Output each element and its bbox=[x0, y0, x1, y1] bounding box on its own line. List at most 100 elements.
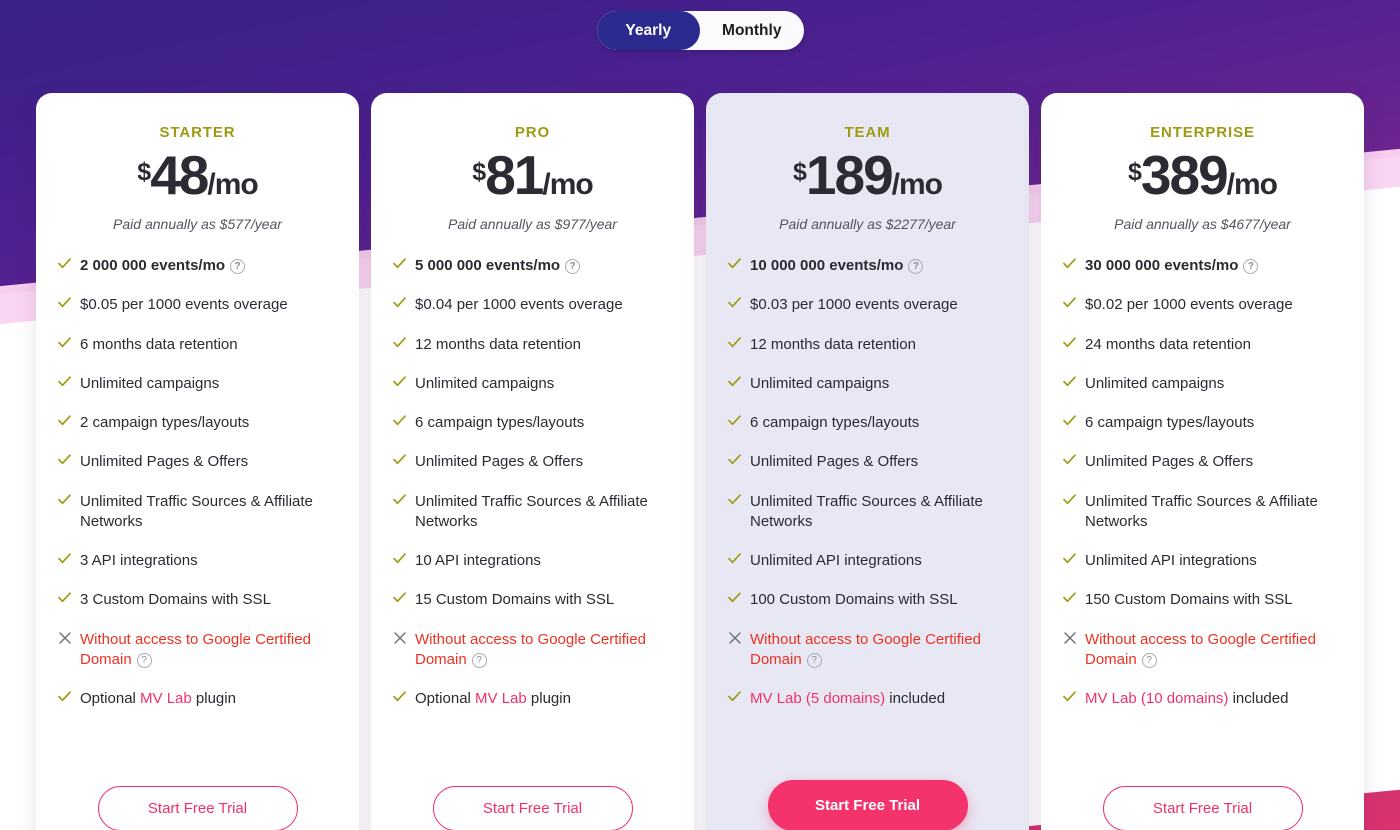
check-icon bbox=[393, 592, 406, 603]
start-free-trial-button[interactable]: Start Free Trial bbox=[97, 786, 298, 830]
feature-text: $0.05 per 1000 events overage bbox=[80, 295, 337, 315]
feature-item: Optional MV Lab plugin bbox=[393, 689, 672, 709]
feature-text: 100 Custom Domains with SSL bbox=[750, 590, 1007, 610]
feature-item: 6 months data retention bbox=[58, 335, 337, 355]
pricing-card-enterprise: ENTERPRISE $389/mo Paid annually as $4677/… bbox=[1041, 93, 1364, 830]
price-amount: 48 bbox=[150, 144, 209, 206]
start-free-trial-button[interactable]: Start Free Trial bbox=[767, 780, 968, 830]
feature-item: Unlimited Pages & Offers bbox=[1063, 452, 1342, 472]
question-mark-circle-icon[interactable]: ? bbox=[1141, 652, 1157, 668]
feature-label: Unlimited Pages & Offers bbox=[1085, 453, 1254, 471]
pricing-card-pro: PRO $81/mo Paid annually as $977/year 5 000… bbox=[371, 93, 694, 830]
toggle-option-yearly[interactable]: Yearly bbox=[596, 11, 700, 50]
feature-text: 6 months data retention bbox=[80, 335, 337, 355]
price-amount: 389 bbox=[1140, 144, 1229, 206]
feature-text: 150 Custom Domains with SSL bbox=[1085, 590, 1342, 610]
feature-text: Unlimited campaigns bbox=[1085, 374, 1342, 394]
feature-text: Unlimited campaigns bbox=[750, 374, 1007, 394]
mv-lab-link[interactable]: MV Lab bbox=[140, 690, 192, 707]
feature-label: 6 campaign types/layouts bbox=[750, 414, 920, 431]
feature-label: Without access to Google Certified Domai… bbox=[750, 630, 981, 668]
start-free-trial-button[interactable]: Start Free Trial bbox=[432, 786, 633, 830]
question-mark-circle-icon[interactable]: ? bbox=[230, 259, 246, 274]
price-period: /mo bbox=[1226, 168, 1278, 201]
cta-container: Start Free Trial bbox=[728, 776, 1007, 830]
question-mark-circle-icon[interactable]: ? bbox=[908, 259, 924, 274]
feature-text: $0.04 per 1000 events overage bbox=[415, 295, 672, 315]
feature-text: Without access to Google Certified Domai… bbox=[415, 630, 672, 671]
feature-item: Unlimited campaigns bbox=[58, 374, 337, 394]
feature-item: Unlimited Pages & Offers bbox=[728, 452, 1007, 472]
cross-icon bbox=[393, 631, 406, 644]
plan-name: STARTER bbox=[159, 124, 236, 141]
feature-item: Unlimited campaigns bbox=[1063, 374, 1342, 394]
feature-text: 24 months data retention bbox=[1085, 335, 1342, 355]
check-icon bbox=[728, 376, 741, 387]
feature-label: 3 Custom Domains with SSL bbox=[80, 591, 271, 609]
paid-annually-note: Paid annually as $2277/year bbox=[779, 216, 956, 232]
feature-label: Without access to Google Certified Domai… bbox=[1085, 630, 1316, 668]
feature-text: $0.02 per 1000 events overage bbox=[1085, 295, 1342, 315]
feature-text: Unlimited Pages & Offers bbox=[750, 452, 1007, 472]
pricing-card-team: TEAM $189/mo Paid annually as $2277/year 10… bbox=[706, 93, 1029, 830]
feature-item: Unlimited Pages & Offers bbox=[393, 452, 672, 472]
feature-label: Unlimited Pages & Offers bbox=[80, 453, 249, 471]
mv-lab-link[interactable]: MV Lab (10 domains) bbox=[1085, 690, 1228, 707]
question-mark-circle-icon[interactable]: ? bbox=[136, 652, 152, 668]
price-period: /mo bbox=[207, 168, 258, 201]
question-mark-circle-icon[interactable]: ? bbox=[565, 259, 581, 274]
feature-text: Unlimited API integrations bbox=[1085, 551, 1342, 571]
feature-item: Without access to Google Certified Domai… bbox=[393, 630, 672, 671]
feature-item: 24 months data retention bbox=[1063, 335, 1342, 355]
feature-item: 5 000 000 events/mo? bbox=[393, 256, 672, 276]
feature-item: 10 000 000 events/mo? bbox=[728, 256, 1007, 276]
start-free-trial-button[interactable]: Start Free Trial bbox=[1102, 786, 1303, 830]
feature-label: Unlimited Traffic Sources & Affiliate Ne… bbox=[415, 492, 648, 530]
check-icon bbox=[393, 454, 406, 465]
feature-label-after: included bbox=[885, 690, 946, 707]
feature-text: 10 API integrations bbox=[415, 551, 672, 571]
mv-lab-link[interactable]: MV Lab bbox=[475, 690, 527, 707]
feature-label-after: plugin bbox=[191, 690, 236, 707]
check-icon bbox=[393, 258, 406, 269]
feature-item: Unlimited API integrations bbox=[1063, 551, 1342, 571]
check-icon bbox=[1063, 258, 1076, 269]
plan-name: PRO bbox=[514, 124, 551, 141]
check-icon bbox=[58, 258, 71, 269]
feature-list: 5 000 000 events/mo? $0.04 per 1000 event… bbox=[393, 256, 672, 782]
feature-label-before: Optional bbox=[80, 690, 141, 707]
feature-label: Unlimited campaigns bbox=[415, 374, 555, 392]
toggle-option-monthly[interactable]: Monthly bbox=[700, 11, 804, 50]
feature-item: Unlimited API integrations bbox=[728, 551, 1007, 571]
feature-text: 3 Custom Domains with SSL bbox=[80, 590, 337, 610]
question-mark-circle-icon[interactable]: ? bbox=[1243, 259, 1259, 274]
feature-item: MV Lab (10 domains) included bbox=[1063, 689, 1342, 709]
plan-name: TEAM bbox=[844, 124, 891, 141]
question-mark-circle-icon[interactable]: ? bbox=[806, 652, 822, 668]
feature-label: 5 000 000 events/mo bbox=[415, 257, 561, 274]
feature-item: 100 Custom Domains with SSL bbox=[728, 590, 1007, 610]
feature-label: Without access to Google Certified Domai… bbox=[415, 630, 646, 668]
question-mark-circle-icon[interactable]: ? bbox=[471, 652, 487, 668]
feature-text: Optional MV Lab plugin bbox=[80, 689, 337, 709]
billing-toggle[interactable]: Yearly Monthly bbox=[596, 11, 804, 50]
check-icon bbox=[728, 258, 741, 269]
mv-lab-link[interactable]: MV Lab (5 domains) bbox=[750, 690, 885, 707]
feature-text: Unlimited API integrations bbox=[750, 551, 1007, 571]
plan-price: $48/mo bbox=[58, 148, 337, 203]
check-icon bbox=[1063, 592, 1076, 603]
feature-label: 24 months data retention bbox=[1085, 335, 1251, 353]
feature-text: 6 campaign types/layouts bbox=[750, 413, 1007, 433]
feature-text: 6 campaign types/layouts bbox=[415, 413, 672, 433]
feature-item: 2 campaign types/layouts bbox=[58, 413, 337, 433]
feature-item: Without access to Google Certified Domai… bbox=[58, 630, 337, 671]
feature-item: 3 API integrations bbox=[58, 551, 337, 571]
feature-text: Unlimited Traffic Sources & Affiliate Ne… bbox=[750, 492, 1007, 533]
check-icon bbox=[1063, 415, 1076, 426]
check-icon bbox=[58, 415, 71, 426]
feature-label: 6 campaign types/layouts bbox=[1085, 414, 1255, 431]
feature-item: 6 campaign types/layouts bbox=[393, 413, 672, 433]
feature-label: 150 Custom Domains with SSL bbox=[1085, 591, 1293, 609]
check-icon bbox=[393, 376, 406, 387]
feature-item: 12 months data retention bbox=[728, 335, 1007, 355]
